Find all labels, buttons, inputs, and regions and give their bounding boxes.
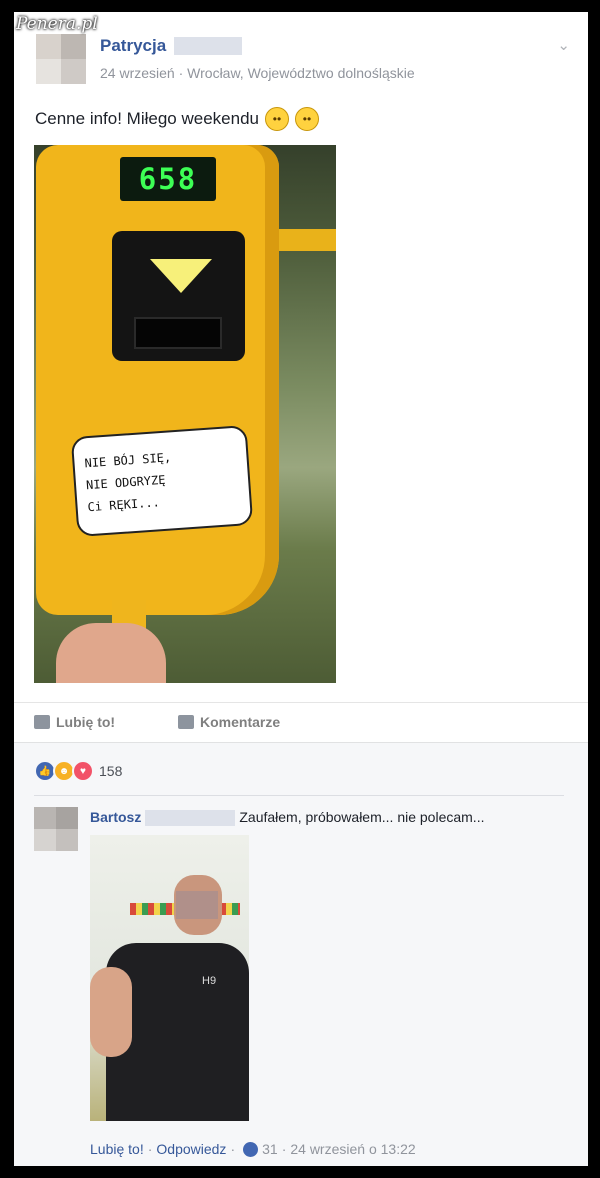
validator-display: 658 (120, 157, 216, 201)
post-actions: Lubię to! Komentarze (14, 702, 588, 743)
comment-avatar[interactable] (34, 807, 78, 851)
comment-like-button[interactable]: Lubię to! (90, 1141, 144, 1157)
eye-roll-emoji-icon: •• (264, 107, 289, 131)
person-arm (90, 967, 132, 1057)
comment-icon (178, 715, 194, 729)
comment-author[interactable]: Bartosz (90, 809, 141, 825)
watermark: Penera.pl (16, 14, 98, 34)
comment-photo[interactable]: H9 (90, 835, 249, 1121)
comment-label: Komentarze (200, 714, 281, 730)
love-reaction-icon: ♥ (72, 760, 94, 782)
divider (34, 795, 564, 796)
dot-separator: · (230, 1141, 236, 1157)
blurred-surname (145, 810, 236, 827)
reactions-count: 158 (99, 763, 123, 779)
comments-section: 👍 ☻ ♥ 158 Bartosz Zaufałem, próbowałem...… (14, 742, 588, 1166)
blurred-surname (174, 37, 242, 55)
post-card: Patrycja 24 wrzesień · Wrocław, Wojewódz… (14, 12, 588, 1166)
post-photo[interactable]: 658 NIE BÓJ SIĘ, NIE ODGRYZĘ Ci RĘKI... (34, 145, 336, 683)
like-count-icon (243, 1141, 259, 1157)
post-meta: 24 wrzesień · Wrocław, Województwo dolno… (100, 65, 415, 81)
blurred-face (176, 891, 218, 919)
comment-button[interactable]: Komentarze (178, 714, 280, 730)
like-label: Lubię to! (56, 714, 116, 730)
comment-text: Zaufałem, próbowałem... nie polecam... (239, 809, 485, 825)
like-button[interactable]: Lubię to! (34, 714, 115, 730)
card-slot (134, 317, 222, 349)
comment-footer: Lubię to! · Odpowiedz · 31 · 24 wrzesień… (90, 1141, 416, 1157)
avatar[interactable] (36, 34, 86, 84)
post-location[interactable]: Wrocław, Województwo dolnośląskie (187, 65, 414, 81)
yum-emoji-icon: •• (294, 107, 319, 131)
post-author[interactable]: Patrycja (100, 36, 166, 56)
comment-timestamp[interactable]: 24 wrzesień o 13:22 (290, 1141, 415, 1157)
comment-reply-button[interactable]: Odpowiedz (156, 1141, 226, 1157)
ticket-slot (112, 231, 245, 361)
speech-bubble-sticker: NIE BÓJ SIĘ, NIE ODGRYZĘ Ci RĘKI... (70, 424, 254, 538)
post-text-row: Cenne info! Miłego weekendu •• •• (35, 107, 319, 131)
comment-like-count[interactable]: 31 (262, 1141, 278, 1157)
arrow-down-icon (150, 259, 212, 293)
comment-body: Bartosz Zaufałem, próbowałem... nie polec… (90, 809, 485, 827)
hand (56, 623, 166, 683)
reactions-summary[interactable]: 👍 ☻ ♥ 158 (34, 760, 122, 782)
thumbs-up-icon (34, 715, 50, 729)
post-text: Cenne info! Miłego weekendu (35, 109, 259, 128)
dot-separator: · (281, 1141, 287, 1157)
ticket-validator: 658 NIE BÓJ SIĘ, NIE ODGRYZĘ Ci RĘKI... (36, 145, 279, 615)
post-date[interactable]: 24 wrzesień (100, 65, 175, 81)
chevron-down-icon[interactable]: ⌄ (557, 36, 570, 54)
shirt-logo: H9 (202, 975, 217, 987)
dot-separator: · (147, 1141, 153, 1157)
